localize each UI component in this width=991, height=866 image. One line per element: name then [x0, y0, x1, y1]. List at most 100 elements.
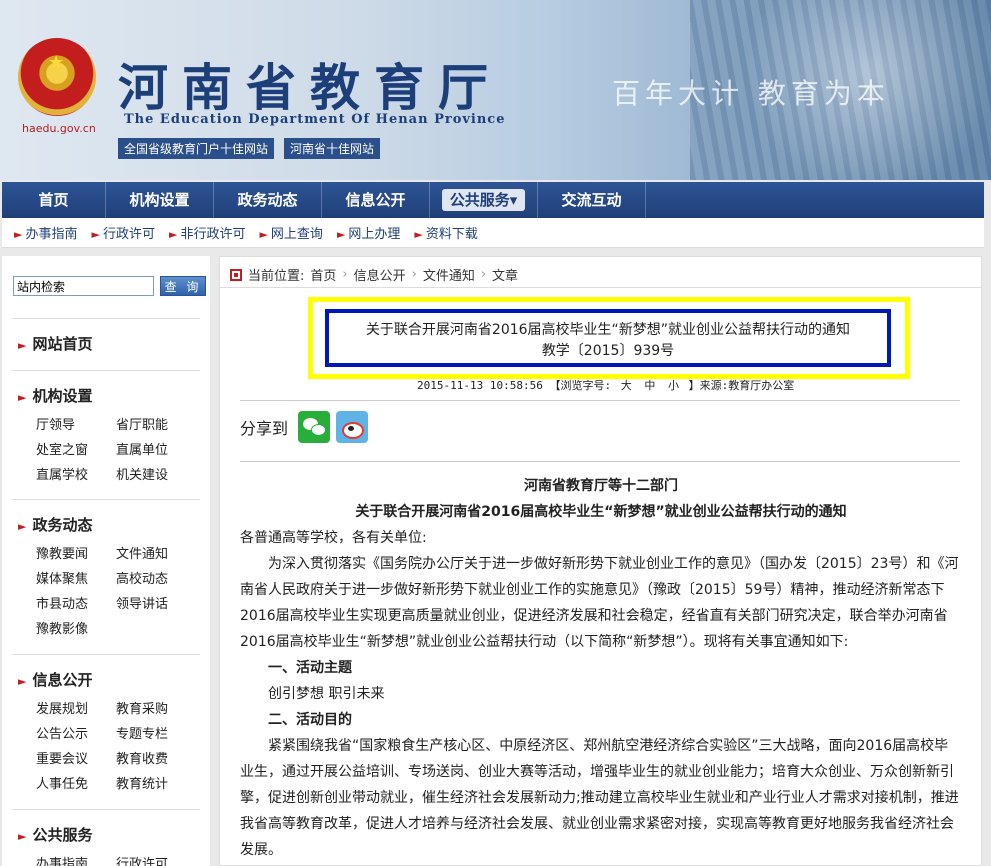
sidebar-link[interactable]: 豫教要闻 — [36, 543, 116, 562]
breadcrumb-item[interactable]: 信息公开 — [354, 265, 406, 284]
sidebar-section-news: ► 政务动态 豫教要闻 文件通知 媒体聚焦 高校动态 市县动态 领导讲话 豫教影像 — [12, 499, 200, 637]
subnav-label: 办事指南 — [25, 227, 78, 242]
award-badge-1: 全国省级教育门户十佳网站 — [118, 138, 275, 159]
breadcrumb-item[interactable]: 文件通知 — [423, 265, 475, 284]
sidebar-link[interactable]: 公告公示 — [36, 723, 116, 742]
sidebar-section-disclosure: ► 信息公开 发展规划 教育采购 公告公示 专题专栏 重要会议 教育收费 人事任免… — [12, 654, 200, 792]
sidebar-head-label: 机构设置 — [32, 387, 93, 405]
location-icon — [230, 268, 242, 281]
site-title-en: The Education Department Of Henan Provin… — [124, 112, 506, 127]
award-badges: 全国省级教育门户十佳网站 河南省十佳网站 — [118, 138, 381, 159]
sidebar-section-service: ► 公共服务 办事指南 行政许可 — [12, 809, 200, 866]
arrow-right-icon: ► — [414, 228, 423, 241]
subnav-label: 网上办理 — [348, 227, 401, 242]
main-nav: 首页 机构设置 政务动态 信息公开 公共服务▾ 交流互动 — [2, 182, 984, 218]
sidebar-head-organization[interactable]: ► 机构设置 — [12, 385, 200, 406]
weibo-icon[interactable] — [336, 411, 369, 443]
font-size-large[interactable]: 大 — [621, 379, 632, 392]
subnav-label: 网上查询 — [270, 227, 323, 242]
nav-item-interaction[interactable]: 交流互动 — [538, 182, 646, 218]
breadcrumb-item[interactable]: 首页 — [310, 265, 336, 284]
sidebar-link[interactable]: 发展规划 — [36, 698, 116, 717]
sidebar-link[interactable]: 机关建设 — [116, 464, 196, 483]
article-source: 】来源:教育厅办公室 — [688, 379, 795, 392]
nav-item-public-service-pill: 公共服务▾ — [441, 189, 526, 211]
article-heading-1: 河南省教育厅等十二部门 — [524, 478, 678, 494]
sidebar-head-news[interactable]: ► 政务动态 — [12, 514, 200, 535]
arrow-right-icon: ► — [14, 228, 23, 241]
sidebar-head-disclosure[interactable]: ► 信息公开 — [12, 669, 200, 690]
subnav-item-non-license[interactable]: ► 非行政许可 — [169, 223, 245, 242]
subnav-item-query[interactable]: ► 网上查询 — [259, 223, 322, 242]
national-emblem-icon[interactable] — [18, 38, 96, 116]
nav-item-organization[interactable]: 机构设置 — [106, 182, 214, 218]
sidebar-link[interactable]: 行政许可 — [116, 853, 196, 866]
sidebar-head-label: 政务动态 — [32, 516, 93, 534]
subnav-item-guide[interactable]: ► 办事指南 — [14, 223, 77, 242]
nav-item-disclosure[interactable]: 信息公开 — [322, 182, 430, 218]
site-title[interactable]: 河南省教育厅 — [118, 48, 502, 120]
sidebar-head-service[interactable]: ► 公共服务 — [12, 824, 200, 845]
sidebar-head-label: 公共服务 — [32, 826, 93, 844]
nav-item-public-service-label: 公共服务 — [449, 191, 510, 209]
article-paragraph: 为深入贯彻落实《国务院办公厅关于进一步做好新形势下就业创业工作的意见》（国办发〔… — [240, 556, 959, 650]
article-panel: 当前位置: 首页 › 信息公开 › 文件通知 › 文章 关于联合开展河南省201… — [219, 256, 982, 866]
sidebar-link[interactable]: 省厅职能 — [116, 414, 196, 433]
search-input[interactable] — [13, 276, 154, 296]
sidebar-link[interactable]: 豫教影像 — [36, 618, 116, 637]
nav-item-news[interactable]: 政务动态 — [214, 182, 322, 218]
divider — [240, 400, 960, 401]
share-label: 分享到 — [240, 419, 289, 438]
sidebar-link[interactable]: 重要会议 — [36, 748, 116, 767]
article-heading-2: 关于联合开展河南省2016届高校毕业生“新梦想”就业创业公益帮扶行动的通知 — [355, 504, 847, 520]
title-highlight-inner: 关于联合开展河南省2016届高校毕业生“新梦想”就业创业公益帮扶行动的通知 教学… — [325, 309, 891, 367]
subnav-item-download[interactable]: ► 资料下载 — [414, 223, 477, 242]
search-button[interactable]: 查 询 — [160, 276, 206, 296]
arrow-right-icon: ► — [18, 391, 27, 404]
arrow-right-icon: ► — [91, 228, 100, 241]
article-meta: 2015-11-13 10:58:56 【浏览字号: 大 中 小 】来源:教育厅… — [417, 377, 794, 393]
share-bar: 分享到 — [240, 411, 369, 443]
nav-item-home[interactable]: 首页 — [2, 182, 106, 218]
arrow-right-icon: ► — [18, 830, 27, 843]
breadcrumb-item[interactable]: 文章 — [492, 265, 518, 284]
subnav-item-online[interactable]: ► 网上办理 — [337, 223, 400, 242]
article-subheading: 一、活动主题 — [268, 660, 352, 676]
sidebar-link[interactable]: 处室之窗 — [36, 439, 116, 458]
sidebar-link[interactable]: 领导讲话 — [116, 593, 196, 612]
sidebar-link[interactable]: 文件通知 — [116, 543, 196, 562]
sidebar-link[interactable]: 专题专栏 — [116, 723, 196, 742]
sub-nav: ► 办事指南 ► 行政许可 ► 非行政许可 ► 网上查询 ► 网上办理 ► 资料下载 — [2, 218, 984, 248]
sidebar-links: 厅领导 省厅职能 处室之窗 直属单位 直属学校 机关建设 — [12, 414, 200, 483]
article-subheading: 二、活动目的 — [268, 712, 352, 728]
sidebar-link[interactable]: 直属单位 — [116, 439, 196, 458]
sidebar-link[interactable]: 厅领导 — [36, 414, 116, 433]
arrow-right-icon: ► — [336, 228, 346, 241]
sidebar-link[interactable]: 教育统计 — [116, 773, 196, 792]
subnav-item-license[interactable]: ► 行政许可 — [91, 223, 154, 242]
sidebar-links: 豫教要闻 文件通知 媒体聚焦 高校动态 市县动态 领导讲话 豫教影像 — [12, 543, 200, 637]
sidebar-link[interactable]: 媒体聚焦 — [36, 568, 116, 587]
chevron-right-icon: › — [480, 267, 487, 282]
nav-item-public-service[interactable]: 公共服务▾ — [430, 182, 538, 218]
font-size-medium[interactable]: 中 — [644, 379, 655, 392]
sidebar-link[interactable]: 教育采购 — [116, 698, 196, 717]
article-paragraph: 紧紧围绕我省“国家粮食生产核心区、中原经济区、郑州航空港经济综合实验区”三大战略… — [240, 738, 959, 858]
sidebar-link[interactable]: 市县动态 — [36, 593, 116, 612]
font-size-small[interactable]: 小 — [668, 379, 679, 392]
sidebar-head-home[interactable]: ► 网站首页 — [12, 333, 200, 354]
site-search: 查 询 — [13, 276, 206, 296]
page: ★ haedu.gov.cn 河南省教育厅 The Education Depa… — [0, 0, 991, 866]
article-theme: 创引梦想 职引未来 — [268, 686, 385, 702]
sidebar-section-home: ► 网站首页 — [12, 318, 200, 354]
sidebar-link[interactable]: 教育收费 — [116, 748, 196, 767]
sidebar-link[interactable]: 办事指南 — [36, 853, 116, 866]
sidebar-link[interactable]: 高校动态 — [116, 568, 196, 587]
sidebar-link[interactable]: 人事任免 — [36, 773, 116, 792]
sidebar-head-label: 信息公开 — [32, 671, 93, 689]
sidebar-link[interactable]: 直属学校 — [36, 464, 116, 483]
chevron-right-icon: › — [411, 267, 417, 282]
sidebar-section-organization: ► 机构设置 厅领导 省厅职能 处室之窗 直属单位 直属学校 机关建设 — [12, 370, 200, 483]
publish-date: 2015-11-13 10:58:56 — [417, 379, 543, 392]
wechat-icon[interactable] — [298, 411, 331, 443]
